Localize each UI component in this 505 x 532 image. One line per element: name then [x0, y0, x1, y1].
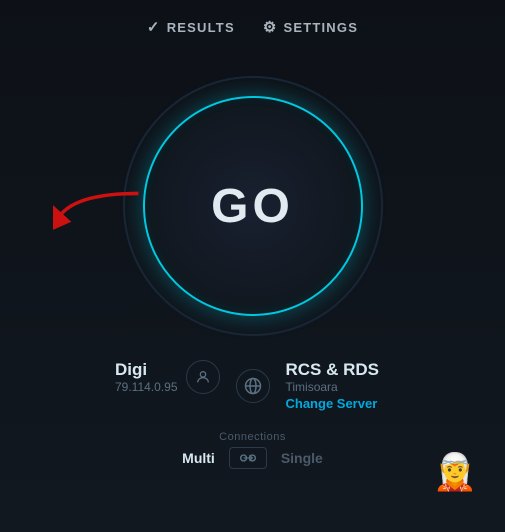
go-label: GO: [211, 179, 294, 234]
speedtest-circle-area: GO: [113, 66, 393, 346]
info-section: Digi 79.114.0.95 RCS & RDS: [0, 360, 505, 411]
connections-toggle: Multi Single: [182, 447, 323, 469]
connections-label: Connections: [219, 431, 286, 443]
results-icon: ✓: [147, 18, 161, 36]
toggle-icon[interactable]: [229, 447, 267, 469]
nav-settings[interactable]: ⚙ SETTINGS: [263, 18, 358, 36]
app-container: ✓ RESULTS ⚙ SETTINGS GO: [0, 0, 505, 532]
results-label: RESULTS: [167, 20, 235, 35]
settings-label: SETTINGS: [283, 20, 358, 35]
mascot-area: 🧝: [425, 442, 485, 502]
server-name: RCS & RDS: [286, 360, 380, 380]
isp-name: Digi: [115, 360, 178, 380]
ip-address: 79.114.0.95: [115, 380, 178, 394]
go-button[interactable]: GO: [153, 106, 353, 306]
change-server-button[interactable]: Change Server: [286, 396, 378, 411]
globe-icon: [236, 369, 270, 403]
mascot-emoji: 🧝: [433, 451, 478, 493]
person-icon: [186, 360, 220, 394]
server-location: Timisoara: [286, 380, 338, 394]
top-nav: ✓ RESULTS ⚙ SETTINGS: [0, 0, 505, 46]
settings-icon: ⚙: [263, 18, 278, 36]
isp-info-row: Digi 79.114.0.95: [115, 360, 220, 394]
red-arrow: [53, 186, 143, 241]
multi-option[interactable]: Multi: [182, 450, 215, 466]
right-info: RCS & RDS Timisoara Change Server: [274, 360, 424, 411]
left-info: Digi 79.114.0.95: [82, 360, 232, 394]
nav-results[interactable]: ✓ RESULTS: [147, 18, 235, 36]
single-option[interactable]: Single: [281, 450, 323, 466]
